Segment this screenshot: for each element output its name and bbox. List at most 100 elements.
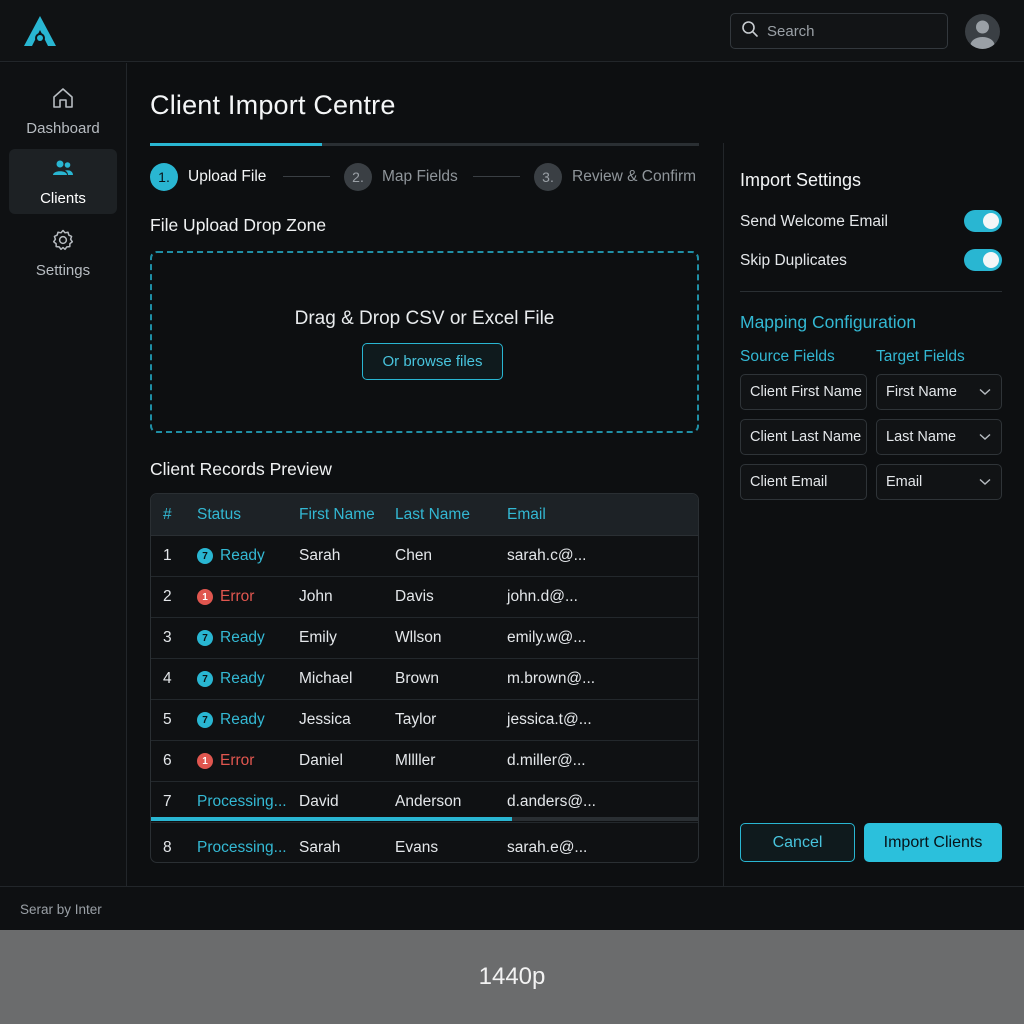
cell-first-name: Sarah xyxy=(299,839,341,856)
sidebar-item-dashboard[interactable]: Dashboard xyxy=(9,79,117,144)
sidebar-item-label: Settings xyxy=(35,262,91,279)
source-field: Client First Name xyxy=(740,374,867,410)
cell-first-name: Sarah xyxy=(299,547,341,564)
home-icon xyxy=(51,86,75,114)
setting-send-welcome-email: Send Welcome Email xyxy=(740,210,1002,234)
cell-status: Processing... xyxy=(197,839,287,857)
import-settings-panel: Import Settings Send Welcome Email Skip … xyxy=(723,143,1024,886)
column-header-status[interactable]: Status xyxy=(197,506,241,524)
client-records-table: # Status First Name Last Name Email 1 7 Re… xyxy=(150,493,699,863)
step-connector xyxy=(473,176,520,177)
cell-status: Processing... xyxy=(197,793,287,811)
target-fields-header: Target Fields xyxy=(876,348,965,365)
file-drop-zone[interactable]: Drag & Drop CSV or Excel File Or browse … xyxy=(150,251,699,433)
table-row[interactable]: 8 Processing... Sarah Evans sarah.e@... xyxy=(151,828,698,862)
target-field-value: First Name xyxy=(886,384,957,400)
cell-last-name: Anderson xyxy=(395,793,462,810)
import-clients-button[interactable]: Import Clients xyxy=(864,823,1002,862)
step-connector xyxy=(283,176,330,177)
table-row[interactable]: 6 1 Error Daniel Mllller d.miller@... xyxy=(151,741,698,782)
title-progress-rule xyxy=(150,143,699,146)
ready-badge-icon: 7 xyxy=(197,548,213,564)
sidebar-item-settings[interactable]: Settings xyxy=(9,221,117,286)
cell-first-name: Daniel xyxy=(299,752,343,769)
cell-last-name: Chen xyxy=(395,547,433,564)
column-header-first-name[interactable]: First Name xyxy=(299,506,375,524)
cell-number: 6 xyxy=(163,752,172,769)
status-text: Ready xyxy=(220,547,265,564)
status-text: Ready xyxy=(220,711,265,728)
chevron-down-icon xyxy=(979,474,991,490)
footer: Serar by Inter xyxy=(0,886,1024,930)
top-bar xyxy=(0,0,1024,62)
ready-badge-icon: 7 xyxy=(197,712,213,728)
skip-duplicates-toggle[interactable] xyxy=(964,249,1002,271)
table-row[interactable]: 4 7 Ready Michael Brown m.brown@... xyxy=(151,659,698,700)
chevron-down-icon xyxy=(979,384,991,400)
cell-first-name: John xyxy=(299,588,333,605)
brand-logo-icon[interactable] xyxy=(22,14,58,48)
table-row[interactable]: 1 7 Ready Sarah Chen sarah.c@... xyxy=(151,536,698,577)
search-input[interactable] xyxy=(767,22,937,40)
cell-email: john.d@... xyxy=(507,588,578,605)
cell-number: 1 xyxy=(163,547,172,564)
cell-email: jessica.t@... xyxy=(507,711,592,728)
cell-email: d.anders@... xyxy=(507,793,596,810)
sidebar-item-label: Clients xyxy=(40,190,86,207)
target-field-select[interactable]: First Name xyxy=(876,374,1002,410)
cell-number: 3 xyxy=(163,629,172,646)
sidebar-item-clients[interactable]: Clients xyxy=(9,149,117,214)
cell-last-name: Wllson xyxy=(395,629,442,646)
ready-badge-icon: 7 xyxy=(197,671,213,687)
user-avatar-icon[interactable] xyxy=(965,14,1000,49)
cell-last-name: Evans xyxy=(395,839,439,856)
step-number: 1. xyxy=(150,163,178,191)
cell-email: m.brown@... xyxy=(507,670,596,687)
column-header-email[interactable]: Email xyxy=(507,506,546,524)
cell-status: 7 Ready xyxy=(197,629,265,647)
cell-number: 7 xyxy=(163,793,172,810)
cancel-button[interactable]: Cancel xyxy=(740,823,855,862)
send-welcome-email-toggle[interactable] xyxy=(964,210,1002,232)
status-text: Ready xyxy=(220,670,265,687)
toggle-label: Skip Duplicates xyxy=(740,252,847,269)
cell-last-name: Taylor xyxy=(395,711,437,728)
target-field-value: Email xyxy=(886,474,923,490)
cell-status: 1 Error xyxy=(197,588,254,606)
source-field: Client Email xyxy=(740,464,867,500)
import-stepper: 1. Upload File 2. Map Fields 3. Review &… xyxy=(150,163,710,193)
status-text: Ready xyxy=(220,629,265,646)
step-map-fields[interactable]: 2. Map Fields xyxy=(344,163,458,191)
browse-files-button[interactable]: Or browse files xyxy=(362,343,503,380)
cell-number: 4 xyxy=(163,670,172,687)
step-label: Review & Confirm xyxy=(572,168,697,185)
step-review-confirm[interactable]: 3. Review & Confirm xyxy=(534,163,696,191)
main-content: Client Import Centre 1. Upload File 2. M… xyxy=(127,63,723,886)
step-upload-file[interactable]: 1. Upload File xyxy=(150,163,266,191)
toggle-label: Send Welcome Email xyxy=(740,213,888,230)
search-box[interactable] xyxy=(730,13,948,49)
page-title: Client Import Centre xyxy=(150,90,396,120)
preview-section-title: Client Records Preview xyxy=(150,459,332,479)
table-header: # Status First Name Last Name Email xyxy=(151,494,698,536)
table-row[interactable]: 2 1 Error John Davis john.d@... xyxy=(151,577,698,618)
column-header-number[interactable]: # xyxy=(163,506,172,524)
cell-number: 5 xyxy=(163,711,172,728)
cell-status: 7 Ready xyxy=(197,547,265,565)
target-field-select[interactable]: Email xyxy=(876,464,1002,500)
cell-number: 2 xyxy=(163,588,172,605)
footer-text: Serar by Inter xyxy=(20,902,102,917)
gear-icon xyxy=(51,228,75,256)
status-text: Processing... xyxy=(197,793,287,810)
table-row[interactable]: 5 7 Ready Jessica Taylor jessica.t@... xyxy=(151,700,698,741)
table-row[interactable]: 3 7 Ready Emily Wllson emily.w@... xyxy=(151,618,698,659)
resolution-caption: 1440p xyxy=(478,963,546,990)
error-badge-icon: 1 xyxy=(197,589,213,605)
target-field-value: Last Name xyxy=(886,429,957,445)
cell-last-name: Brown xyxy=(395,670,439,687)
sidebar: Dashboard Clients Settings xyxy=(0,63,127,886)
setting-skip-duplicates: Skip Duplicates xyxy=(740,249,1002,273)
column-header-last-name[interactable]: Last Name xyxy=(395,506,470,524)
target-field-select[interactable]: Last Name xyxy=(876,419,1002,455)
status-text: Error xyxy=(220,588,255,605)
